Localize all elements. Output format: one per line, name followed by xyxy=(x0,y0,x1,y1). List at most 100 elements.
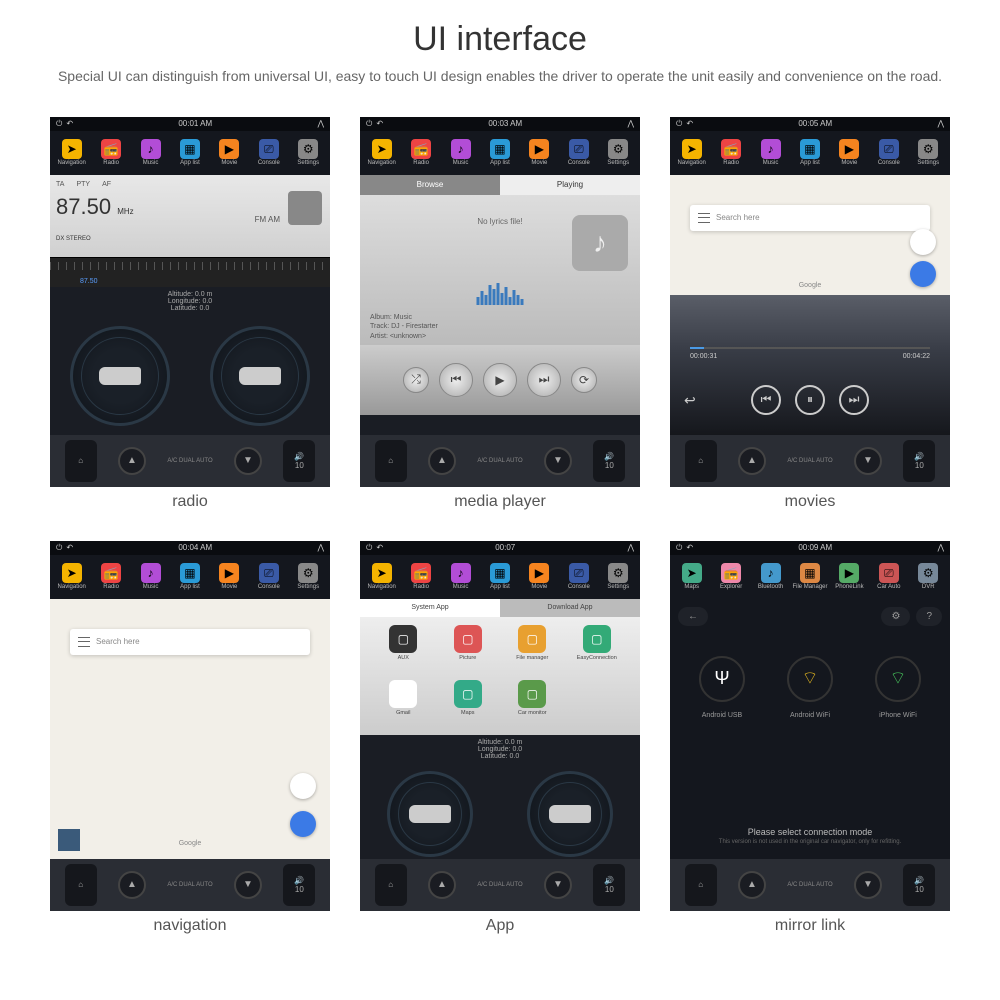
nav-item-radio[interactable]: 📻Radio xyxy=(711,135,750,171)
fan-down[interactable]: ▼ xyxy=(854,871,882,899)
nav-item-console[interactable]: ⎚Console xyxy=(249,559,288,595)
nav-item-app-list[interactable]: ▦App list xyxy=(480,559,519,595)
fan-up[interactable]: ▲ xyxy=(118,871,146,899)
tab-playing[interactable]: Playing xyxy=(500,175,640,195)
ml-option-android-usb[interactable]: ΨAndroid USB xyxy=(699,656,745,719)
search-box[interactable]: Search here xyxy=(70,629,310,655)
home-button[interactable]: ⌂ xyxy=(685,440,717,482)
search-box[interactable]: Search here xyxy=(690,205,930,231)
home-button[interactable]: ⌂ xyxy=(65,440,97,482)
nav-item-app-list[interactable]: ▦App list xyxy=(790,135,829,171)
video-progress[interactable] xyxy=(690,347,930,349)
next-button[interactable]: ⏭ xyxy=(527,363,561,397)
nav-item-navigation[interactable]: ➤Navigation xyxy=(672,135,711,171)
tab-browse[interactable]: Browse xyxy=(360,175,500,195)
nav-item-radio[interactable]: 📻Radio xyxy=(91,135,130,171)
target-fab[interactable] xyxy=(910,229,936,255)
volume-box[interactable]: 🔊10 xyxy=(283,440,315,482)
home-button[interactable]: ⌂ xyxy=(685,864,717,906)
prev-button[interactable]: ⏮ xyxy=(439,363,473,397)
map-thumbnail[interactable] xyxy=(58,829,80,851)
nav-item-app-list[interactable]: ▦App list xyxy=(480,135,519,171)
band-switch[interactable]: FM AM xyxy=(255,215,280,224)
fan-up[interactable]: ▲ xyxy=(428,871,456,899)
nav-item-console[interactable]: ⎚Console xyxy=(559,559,598,595)
nav-item-navigation[interactable]: ➤Navigation xyxy=(362,559,401,595)
nav-item-movie[interactable]: ▶Movie xyxy=(210,135,249,171)
nav-item-music[interactable]: ♪Music xyxy=(131,559,170,595)
fan-up[interactable]: ▲ xyxy=(428,447,456,475)
nav-item-maps[interactable]: ➤Maps xyxy=(672,559,711,595)
volume-box[interactable]: 🔊10 xyxy=(593,440,625,482)
radio-tab-ta[interactable]: TA xyxy=(56,181,64,188)
fan-up[interactable]: ▲ xyxy=(738,447,766,475)
radio-tab-pty[interactable]: PTY xyxy=(76,181,90,188)
app-item[interactable]: ▢File manager xyxy=(503,625,562,672)
app-item[interactable]: ▢EasyConnection xyxy=(568,625,627,672)
app-item[interactable]: ▢Picture xyxy=(439,625,498,672)
nav-item-movie[interactable]: ▶Movie xyxy=(830,135,869,171)
nav-fab[interactable] xyxy=(290,811,316,837)
help-button[interactable]: ? xyxy=(916,607,942,626)
nav-item-console[interactable]: ⎚Console xyxy=(869,135,908,171)
home-button[interactable]: ⌂ xyxy=(65,864,97,906)
nav-item-settings[interactable]: ⚙Settings xyxy=(909,135,948,171)
fan-up[interactable]: ▲ xyxy=(118,447,146,475)
shuffle-button[interactable]: ⤮ xyxy=(403,367,429,393)
back-icon[interactable]: ↶ xyxy=(66,119,73,129)
nav-item-radio[interactable]: 📻Radio xyxy=(401,135,440,171)
power-icon[interactable]: ⏻ xyxy=(56,543,62,553)
nav-item-movie[interactable]: ▶Movie xyxy=(520,135,559,171)
power-icon[interactable]: ⏻ xyxy=(366,543,372,553)
app-item[interactable]: ▢Gmail xyxy=(374,680,433,727)
fan-up[interactable]: ▲ xyxy=(738,871,766,899)
band-am[interactable]: AM xyxy=(268,215,280,224)
app-item[interactable]: ▢Maps xyxy=(439,680,498,727)
hamburger-icon[interactable] xyxy=(698,213,710,223)
radio-tab-af[interactable]: AF xyxy=(102,181,111,188)
tab-download-app[interactable]: Download App xyxy=(500,599,640,617)
map-mini[interactable]: Search here Google xyxy=(670,175,950,295)
nav-item-music[interactable]: ♪Music xyxy=(131,135,170,171)
prev-button[interactable]: ⏮ xyxy=(751,385,781,415)
fan-down[interactable]: ▼ xyxy=(234,447,262,475)
power-icon[interactable]: ⏻ xyxy=(56,119,62,129)
nav-item-explorer[interactable]: 📻Explorer xyxy=(711,559,750,595)
fan-down[interactable]: ▼ xyxy=(234,871,262,899)
nav-item-navigation[interactable]: ➤Navigation xyxy=(362,135,401,171)
nav-item-phonelink[interactable]: ▶PhoneLink xyxy=(830,559,869,595)
home-button[interactable]: ⌂ xyxy=(375,440,407,482)
volume-box[interactable]: 🔊10 xyxy=(283,864,315,906)
repeat-button[interactable]: ⟳ xyxy=(571,367,597,393)
nav-item-navigation[interactable]: ➤Navigation xyxy=(52,135,91,171)
fan-down[interactable]: ▼ xyxy=(544,871,572,899)
settings-button[interactable]: ⚙ xyxy=(881,607,910,626)
nav-item-console[interactable]: ⎚Console xyxy=(249,135,288,171)
ml-option-iphone-wifi[interactable]: ⌔iPhone WiFi xyxy=(875,656,921,719)
nav-item-music[interactable]: ♪Music xyxy=(441,559,480,595)
target-fab[interactable] xyxy=(290,773,316,799)
app-item[interactable]: ▢Car monitor xyxy=(503,680,562,727)
nav-fab[interactable] xyxy=(910,261,936,287)
home-button[interactable]: ⌂ xyxy=(375,864,407,906)
power-icon[interactable]: ⏻ xyxy=(676,543,682,553)
fan-down[interactable]: ▼ xyxy=(544,447,572,475)
nav-item-radio[interactable]: 📻Radio xyxy=(91,559,130,595)
next-button[interactable]: ⏭ xyxy=(839,385,869,415)
hamburger-icon[interactable] xyxy=(78,637,90,647)
volume-box[interactable]: 🔊10 xyxy=(593,864,625,906)
nav-item-settings[interactable]: ⚙Settings xyxy=(599,135,638,171)
nav-item-movie[interactable]: ▶Movie xyxy=(520,559,559,595)
nav-item-music[interactable]: ♪Music xyxy=(441,135,480,171)
radio-dial[interactable]: 87.50 xyxy=(50,257,330,287)
ml-option-android-wifi[interactable]: ⌔Android WiFi xyxy=(787,656,833,719)
app-item[interactable]: ▢AUX xyxy=(374,625,433,672)
nav-item-movie[interactable]: ▶Movie xyxy=(210,559,249,595)
back-icon[interactable]: ↶ xyxy=(376,119,383,129)
nav-item-console[interactable]: ⎚Console xyxy=(559,135,598,171)
nav-item-settings[interactable]: ⚙Settings xyxy=(289,135,328,171)
play-button[interactable]: ▶ xyxy=(483,363,517,397)
back-icon[interactable]: ↶ xyxy=(686,543,693,553)
map-area[interactable]: Search here Google xyxy=(50,599,330,859)
back-icon[interactable]: ↶ xyxy=(686,119,693,129)
